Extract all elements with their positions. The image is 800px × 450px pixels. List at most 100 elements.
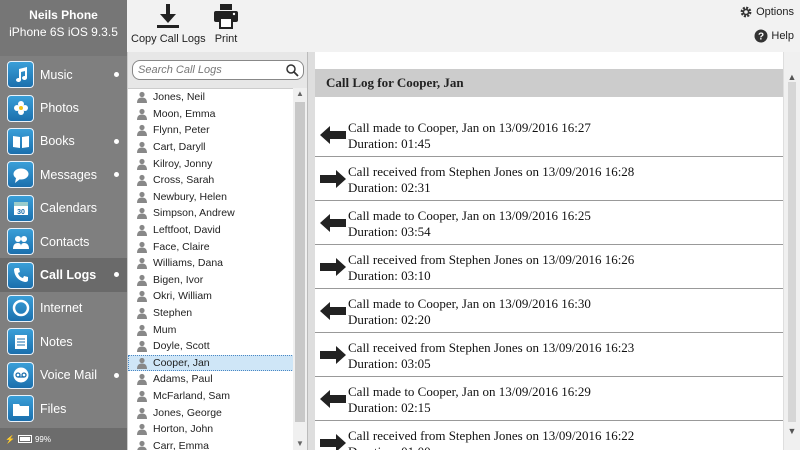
phone-icon	[7, 261, 34, 289]
contact-list-item[interactable]: Jones, George	[128, 404, 308, 421]
scrollbar-thumb[interactable]	[788, 82, 796, 422]
help-icon: ?	[754, 29, 768, 43]
sync-dot-icon	[114, 138, 119, 144]
scrollbar-thumb[interactable]	[295, 102, 305, 422]
sidebar-item-label: Messages	[40, 167, 97, 182]
options-button[interactable]: Options	[739, 5, 794, 19]
sidebar-item-music[interactable]: Music	[0, 58, 127, 91]
svg-text:30: 30	[17, 209, 25, 216]
contact-name: Newbury, Helen	[153, 190, 227, 203]
sidebar-item-contacts[interactable]: Contacts	[0, 225, 127, 258]
call-log-entry[interactable]: Call received from Stephen Jones on 13/0…	[315, 245, 783, 289]
open-book-icon	[7, 127, 34, 155]
person-icon	[137, 224, 147, 237]
print-button[interactable]: Print	[212, 2, 240, 45]
search-icon[interactable]	[285, 63, 299, 77]
contact-name: Jones, Neil	[153, 91, 205, 104]
call-description: Call made to Cooper, Jan on 13/09/2016 1…	[348, 207, 591, 223]
sidebar-item-messages[interactable]: Messages	[0, 158, 127, 191]
call-duration: Duration: 02:20	[348, 311, 431, 327]
sync-dot-icon	[114, 272, 119, 278]
outgoing-call-arrow-icon	[320, 301, 346, 320]
scroll-up-icon[interactable]: ▲	[293, 88, 307, 100]
person-icon	[137, 125, 147, 137]
call-duration: Duration: 03:05	[348, 355, 431, 371]
outgoing-call-arrow-icon	[320, 213, 346, 232]
contact-list-item[interactable]: Stephen	[128, 305, 308, 322]
svg-text:?: ?	[758, 32, 764, 43]
call-duration: Duration: 02:31	[348, 179, 431, 195]
contact-list-item[interactable]: Okri, William	[128, 288, 308, 305]
call-log-entry[interactable]: Call made to Cooper, Jan on 13/09/2016 1…	[315, 113, 783, 157]
person-icon	[137, 175, 147, 187]
call-log-entry-text: Call made to Cooper, Jan on 13/09/2016 1…	[348, 206, 591, 240]
sync-dot-icon	[114, 172, 119, 178]
sidebar-item-calendars[interactable]: 30 Calendars	[0, 192, 127, 225]
contact-name: Leftfoot, David	[153, 224, 221, 237]
person-icon	[137, 291, 147, 303]
help-button[interactable]: ? Help	[754, 29, 794, 43]
contact-list-item[interactable]: Carr, Emma	[128, 437, 308, 450]
contact-list-item[interactable]: Cooper, Jan	[128, 354, 308, 372]
scroll-down-icon[interactable]: ▼	[293, 438, 307, 450]
contact-list-item[interactable]: Doyle, Scott	[128, 338, 308, 355]
sidebar-item-books[interactable]: Books	[0, 125, 127, 158]
contact-list-item[interactable]: Kilroy, Jonny	[128, 155, 308, 172]
call-description: Call made to Cooper, Jan on 13/09/2016 1…	[348, 119, 591, 135]
sidebar-item-internet[interactable]: Internet	[0, 292, 127, 325]
contact-name: Stephen	[153, 307, 193, 320]
call-description: Call received from Stephen Jones on 13/0…	[348, 339, 635, 355]
contact-list-item[interactable]: Mum	[128, 321, 308, 338]
contact-list-item[interactable]: Moon, Emma	[128, 106, 308, 123]
contact-list-item[interactable]: Bigen, Ivor	[128, 272, 308, 289]
contact-name: Doyle, Scott	[153, 340, 210, 353]
contact-list-item[interactable]: Cart, Daryll	[128, 139, 308, 156]
copy-call-logs-button[interactable]: Copy Call Logs	[131, 2, 206, 45]
device-model: iPhone 6S iOS 9.3.5	[9, 25, 118, 39]
contact-list-item[interactable]: Simpson, Andrew	[128, 205, 308, 222]
call-log-scrollbar[interactable]: ▲ ▼	[784, 52, 800, 450]
call-log-entry[interactable]: Call received from Stephen Jones on 13/0…	[315, 333, 783, 377]
sidebar-item-label: Photos	[40, 101, 79, 116]
sidebar-item-label: Contacts	[40, 234, 90, 249]
printer-icon	[214, 4, 238, 29]
contact-list-item[interactable]: Flynn, Peter	[128, 122, 308, 139]
sidebar-item-voice-mail[interactable]: Voice Mail	[0, 359, 127, 392]
sidebar-item-label: Music	[40, 67, 73, 82]
scroll-down-icon[interactable]: ▼	[784, 424, 800, 438]
person-icon	[137, 158, 147, 170]
sidebar-item-call-logs[interactable]: Call Logs	[0, 258, 127, 292]
contact-list-item[interactable]: Williams, Dana	[128, 255, 308, 272]
sync-dot-icon	[114, 72, 119, 77]
contact-list-item[interactable]: Adams, Paul	[128, 371, 308, 388]
speech-bubble-icon	[7, 161, 34, 189]
call-log-entry[interactable]: Call made to Cooper, Jan on 13/09/2016 1…	[315, 201, 783, 245]
contact-list-item[interactable]: Horton, John	[128, 421, 308, 438]
sidebar-item-notes[interactable]: Notes	[0, 325, 127, 358]
person-icon	[137, 191, 147, 203]
contact-list-item[interactable]: Jones, Neil	[128, 89, 308, 106]
contact-list-item[interactable]: Cross, Sarah	[128, 172, 308, 189]
notepad-icon	[7, 328, 34, 356]
contact-list-item[interactable]: Leftfoot, David	[128, 222, 308, 239]
call-description: Call made to Cooper, Jan on 13/09/2016 1…	[348, 383, 591, 399]
outgoing-call-arrow-icon	[320, 125, 346, 144]
contact-list-item[interactable]: Face, Claire	[128, 238, 308, 255]
contact-list-item[interactable]: McFarland, Sam	[128, 388, 308, 405]
call-log-entry[interactable]: Call made to Cooper, Jan on 13/09/2016 1…	[315, 377, 783, 421]
call-duration: Duration: 03:10	[348, 267, 431, 283]
contact-name: Okri, William	[153, 290, 212, 303]
person-icon	[137, 324, 147, 336]
call-log-entry[interactable]: Call received from Stephen Jones on 13/0…	[315, 421, 783, 450]
contact-list-item[interactable]: Newbury, Helen	[128, 189, 308, 206]
call-log-entry[interactable]: Call made to Cooper, Jan on 13/09/2016 1…	[315, 289, 783, 333]
folder-icon	[7, 395, 34, 423]
charging-icon: ⚡	[5, 434, 15, 444]
contact-list-scrollbar[interactable]: ▲ ▼	[293, 88, 307, 450]
call-log-entry[interactable]: Call received from Stephen Jones on 13/0…	[315, 157, 783, 201]
person-icon	[137, 440, 147, 450]
sidebar-item-photos[interactable]: Photos	[0, 91, 127, 124]
sidebar-item-files[interactable]: Files	[0, 392, 127, 425]
search-input[interactable]	[138, 64, 278, 76]
contact-name: Face, Claire	[153, 240, 210, 253]
